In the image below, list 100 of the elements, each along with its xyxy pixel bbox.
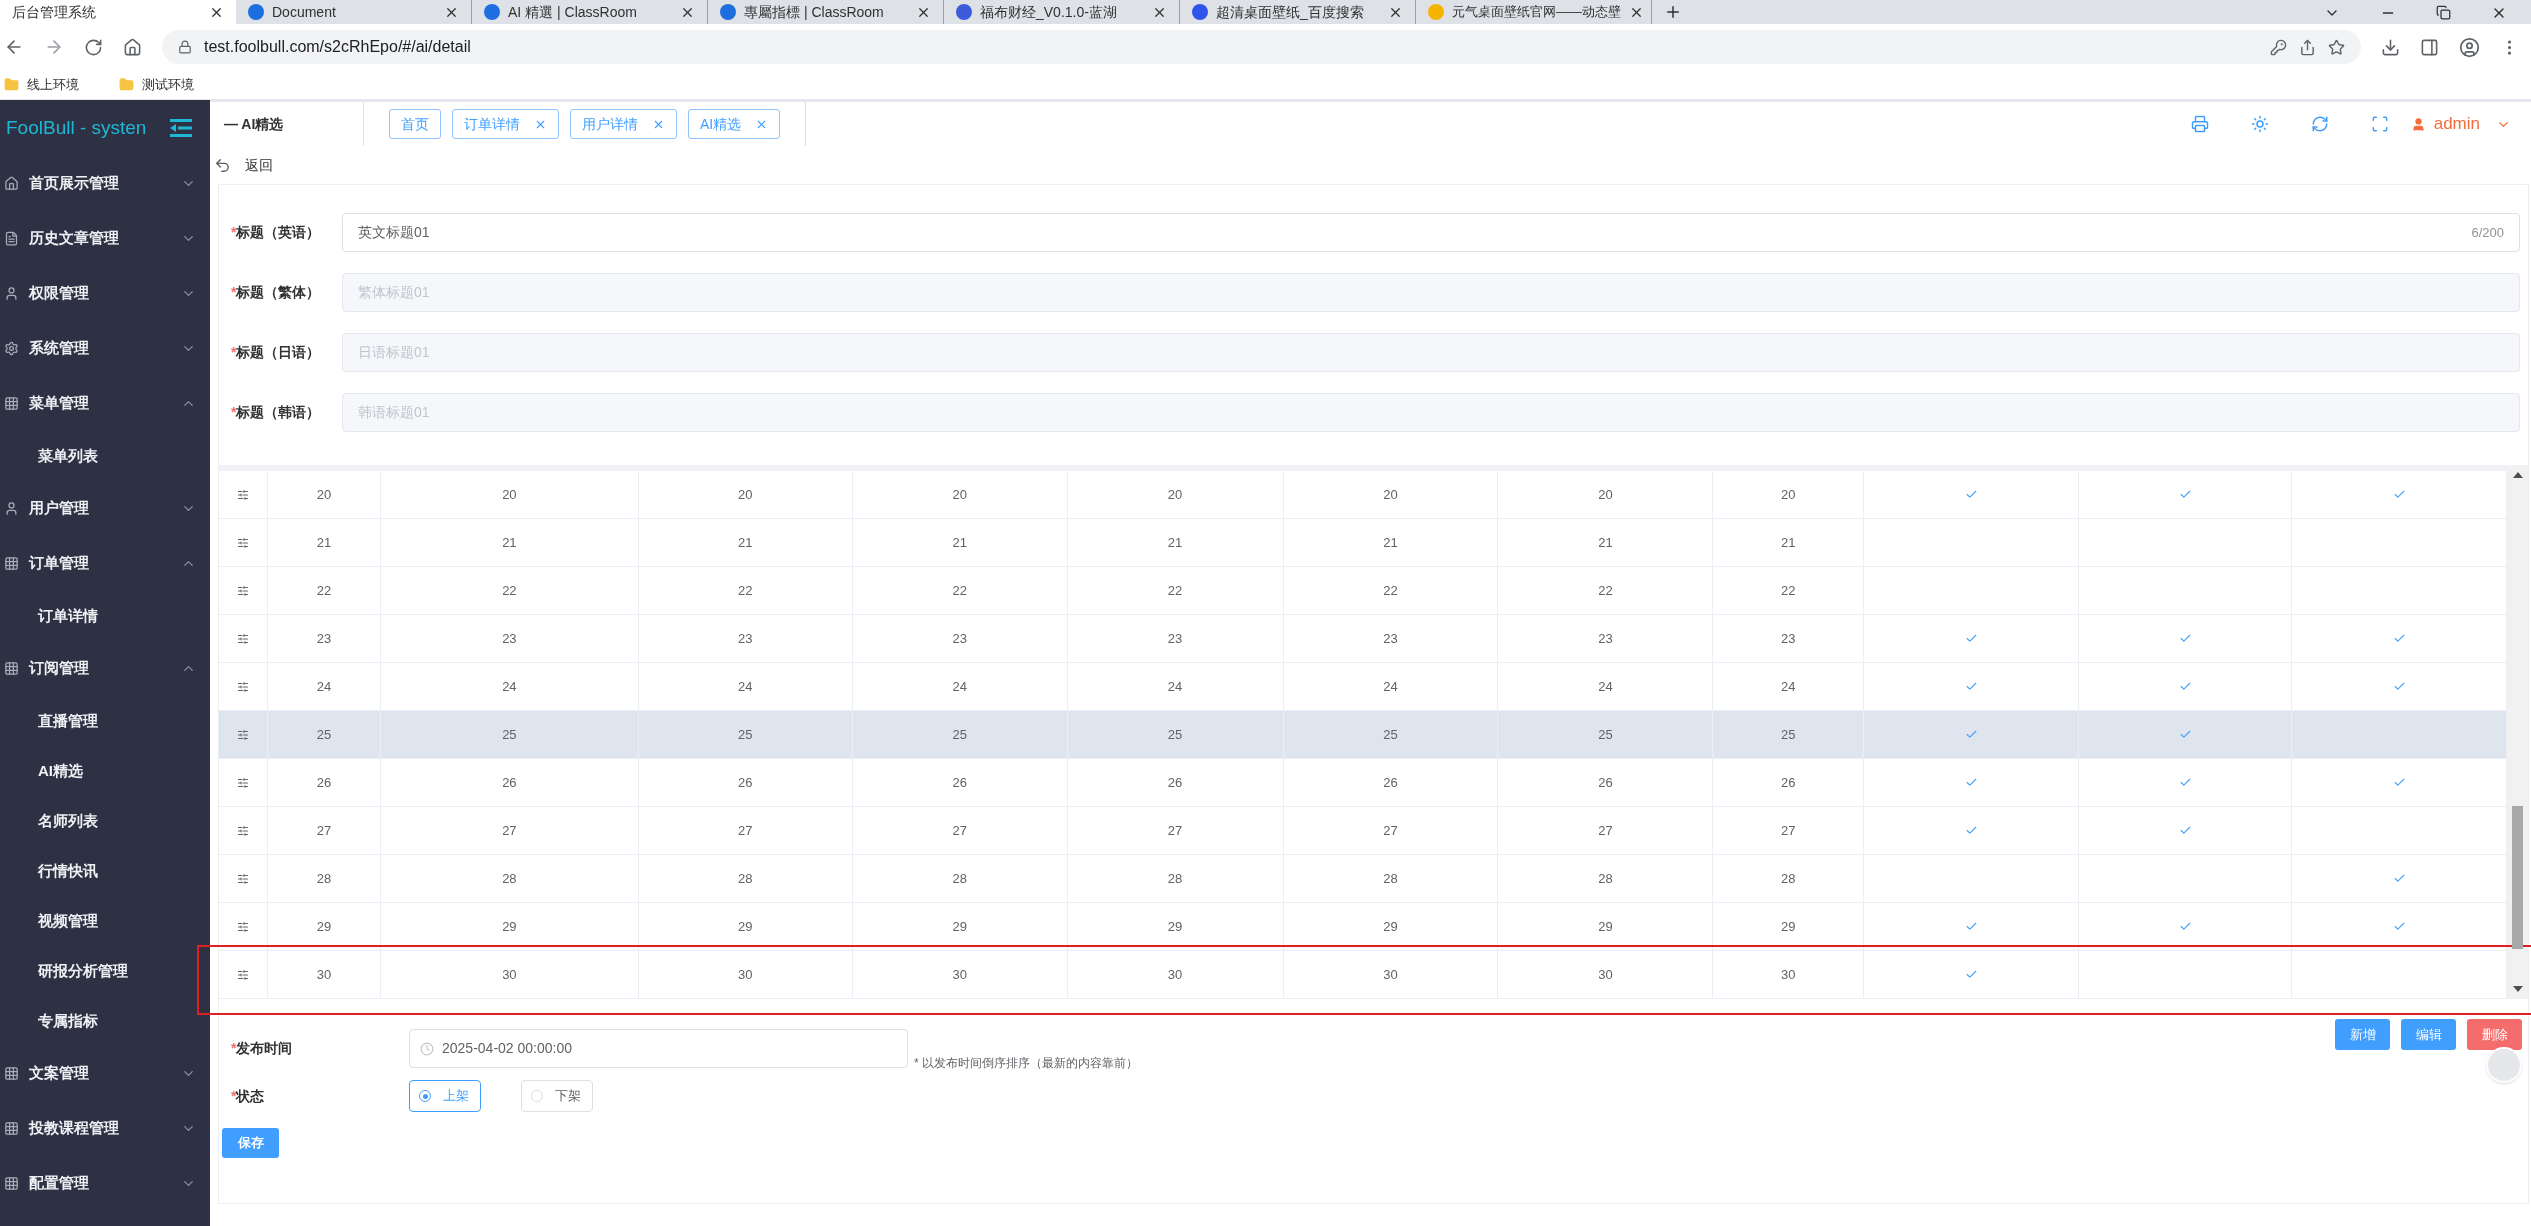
drag-handle-icon[interactable] [237, 968, 249, 981]
sidebar-subitem[interactable]: 行情快讯 [0, 846, 210, 896]
table-cell: 27 [1713, 807, 1865, 854]
sidebar-subitem[interactable]: 菜单列表 [0, 431, 210, 481]
field-label: *标题（韩语） [231, 403, 322, 422]
sidebar-item[interactable]: 配置管理 [0, 1156, 210, 1211]
tab-title: AI 精選 | ClassRoom [508, 2, 638, 22]
drag-handle-icon[interactable] [237, 680, 249, 693]
sidebar-item[interactable]: 权限管理 [0, 266, 210, 321]
drag-handle-icon[interactable] [237, 776, 249, 789]
sidebar-subitem[interactable]: 视频管理 [0, 896, 210, 946]
back-link[interactable]: 返回 [210, 146, 273, 184]
drag-handle-icon[interactable] [237, 824, 249, 837]
menu-item-icon [4, 1121, 19, 1136]
table-cell: 20 [1067, 471, 1284, 518]
sidebar-subitem[interactable]: 直播管理 [0, 696, 210, 746]
scrollbar[interactable] [2507, 465, 2528, 999]
sidebar-subitem[interactable]: 订单详情 [0, 591, 210, 641]
sidebar-item[interactable]: 投教课程管理 [0, 1101, 210, 1156]
check-icon [2392, 488, 2406, 501]
home-icon[interactable] [123, 37, 142, 57]
star-icon[interactable] [2328, 38, 2345, 56]
drag-handle-icon[interactable] [237, 632, 249, 645]
new-tab-icon[interactable] [1664, 3, 1682, 21]
table-cell: 26 [1067, 759, 1284, 806]
title-input[interactable]: 英文标题01 6/200 [342, 213, 2520, 252]
check-icon [2178, 824, 2192, 837]
sidebar-item[interactable]: 系统管理 [0, 321, 210, 376]
drag-handle-icon[interactable] [237, 728, 249, 741]
drag-handle-icon[interactable] [237, 920, 249, 933]
table-cell: 28 [1067, 855, 1284, 902]
clock-icon [420, 1041, 434, 1056]
menu-item-icon [4, 556, 19, 571]
sidebar-subitem[interactable]: 专属指标 [0, 996, 210, 1046]
folder-icon [119, 77, 134, 92]
table-row[interactable]: 20 20 20 20 20 20 20 20 [219, 471, 2507, 519]
table-cell: 26 [1713, 759, 1865, 806]
refresh-icon[interactable] [2310, 115, 2329, 133]
scrollbar-thumb[interactable] [2512, 806, 2523, 949]
share-icon[interactable] [2299, 38, 2316, 56]
download-icon[interactable] [2381, 37, 2400, 57]
table-row[interactable]: 24 24 24 24 24 24 24 24 [219, 663, 2507, 711]
scroll-down-icon[interactable] [2512, 985, 2523, 993]
restore-icon[interactable] [2436, 5, 2451, 20]
address-bar[interactable]: test.foolbull.com/s2cRhEpo/#/ai/detail [162, 30, 2361, 64]
sidebar-subitem[interactable]: AI精选 [0, 746, 210, 796]
table-cell: 20 [1713, 471, 1865, 518]
table-cell: 25 [638, 711, 853, 758]
bookmark[interactable]: 线上环境 [4, 74, 79, 95]
table-row[interactable]: 30 30 30 30 30 30 30 30 [219, 951, 2507, 999]
table-cell: 23 [1067, 615, 1284, 662]
sidebar-item[interactable]: 菜单管理 [0, 376, 210, 431]
drag-handle-icon[interactable] [237, 488, 249, 501]
table-cell: 27 [852, 807, 1068, 854]
sidebar-item[interactable]: 用户管理 [0, 481, 210, 536]
sidebar-item[interactable]: 订阅管理 [0, 641, 210, 696]
sun-icon[interactable] [2250, 115, 2269, 133]
hint-text: * 以发布时间倒序排序（最新的内容靠前） [914, 1055, 1138, 1072]
sidebar-subitem[interactable]: 名师列表 [0, 796, 210, 846]
scroll-up-icon[interactable] [2512, 471, 2523, 479]
site-icon [720, 4, 736, 20]
table-cell: 29 [1067, 903, 1284, 950]
sidebar-item[interactable]: 历史文章管理 [0, 211, 210, 266]
table-row[interactable]: 25 25 25 25 25 25 25 25 [219, 711, 2507, 759]
reload-icon[interactable] [84, 37, 103, 57]
datetime-input[interactable]: 2025-04-02 00:00:00 [409, 1029, 908, 1068]
key-icon[interactable] [2270, 38, 2287, 56]
collapse-menu-icon[interactable] [170, 119, 192, 137]
sidebar-subitem[interactable]: 研报分析管理 [0, 946, 210, 996]
table-cell: 21 [1067, 519, 1284, 566]
table-cell: 22 [1283, 567, 1499, 614]
bookmark[interactable]: 测试环境 [119, 74, 194, 95]
table-row[interactable]: 22 22 22 22 22 22 22 22 [219, 567, 2507, 615]
drag-handle-icon[interactable] [237, 584, 249, 597]
table-cell: 29 [638, 903, 853, 950]
table-row[interactable]: 29 29 29 29 29 29 29 29 [219, 903, 2507, 951]
avatar[interactable] [2486, 1047, 2522, 1083]
printer-icon[interactable] [2190, 115, 2209, 133]
table-row[interactable]: 21 21 21 21 21 21 21 21 [219, 519, 2507, 567]
table-row[interactable]: 26 26 26 26 26 26 26 26 [219, 759, 2507, 807]
table-cell: 29 [1283, 903, 1499, 950]
menu-item-icon [4, 396, 19, 411]
table-cell: 22 [638, 567, 853, 614]
tab-title: 元气桌面壁纸官网——动态壁 [1452, 3, 1621, 22]
profile-icon[interactable] [2459, 36, 2480, 58]
check-icon [2178, 920, 2192, 933]
radio-option[interactable]: 下架 [521, 1080, 593, 1112]
table-row[interactable]: 23 23 23 23 23 23 23 23 [219, 615, 2507, 663]
sidebar-item[interactable]: 订单管理 [0, 536, 210, 591]
drag-handle-icon[interactable] [237, 536, 249, 549]
drag-handle-icon[interactable] [237, 872, 249, 885]
sidebar-item[interactable]: 首页展示管理 [0, 156, 210, 211]
check-icon [2392, 920, 2406, 933]
sidebar-item[interactable]: 文案管理 [0, 1046, 210, 1101]
table-row[interactable]: 27 27 27 27 27 27 27 27 [219, 807, 2507, 855]
browser-tab[interactable]: 后台管理系统 [0, 0, 236, 24]
fullscreen-icon[interactable] [2370, 115, 2389, 133]
side-panel-icon[interactable] [2420, 37, 2439, 57]
menu-item-icon [4, 1176, 19, 1191]
table-row[interactable]: 28 28 28 28 28 28 28 28 [219, 855, 2507, 903]
